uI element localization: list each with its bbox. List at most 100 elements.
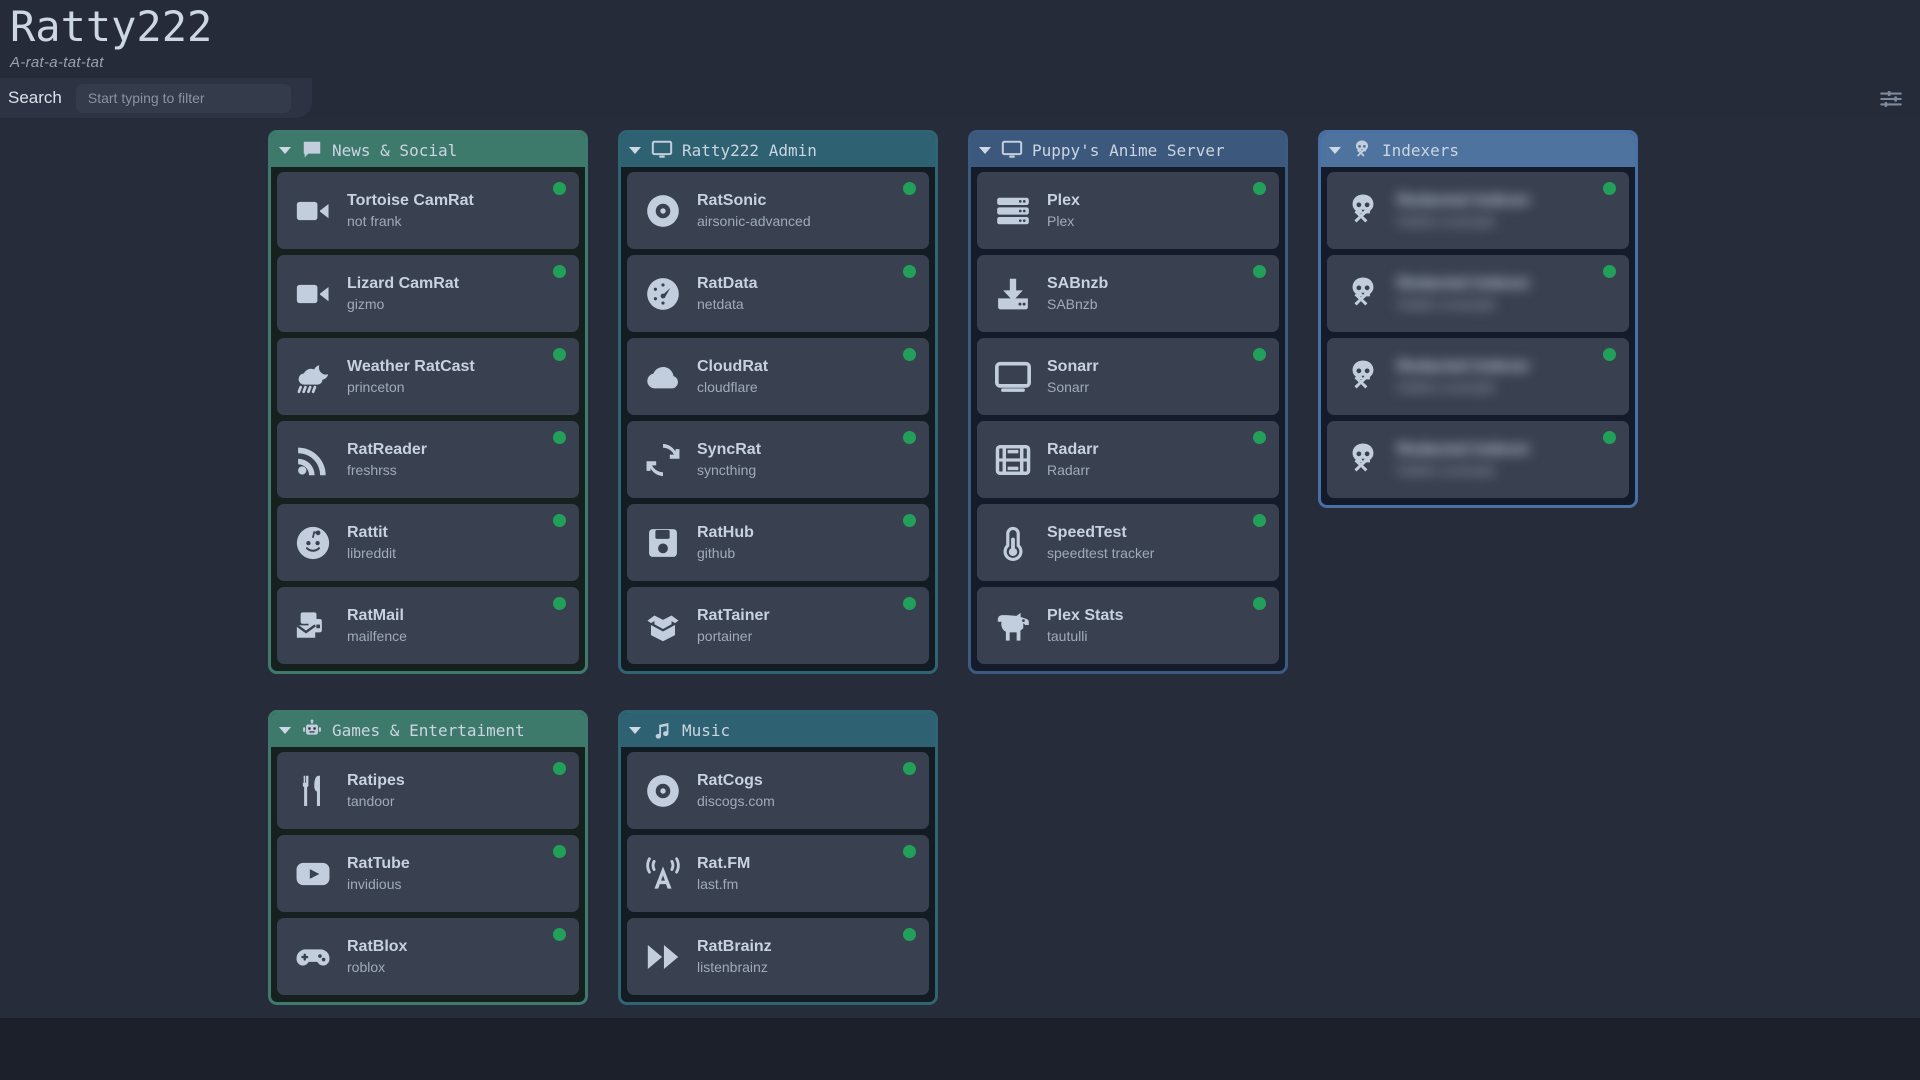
chevron-down-icon[interactable] <box>279 146 291 154</box>
group-header-puppys-anime-server[interactable]: Puppy's Anime Server <box>971 133 1285 167</box>
service-subtitle: gizmo <box>347 295 385 312</box>
chevron-down-icon[interactable] <box>629 726 641 734</box>
service-card[interactable]: RatReader freshrss <box>277 421 579 498</box>
service-text: RatData netdata <box>697 275 757 312</box>
service-card[interactable]: Weather RatCast princeton <box>277 338 579 415</box>
service-name: RatTube <box>347 854 410 872</box>
service-card[interactable]: RatTube invidious <box>277 835 579 912</box>
service-name: Rattit <box>347 523 388 541</box>
search-input[interactable] <box>75 83 291 113</box>
status-indicator <box>1253 514 1266 527</box>
group-header-indexers[interactable]: Indexers <box>1321 133 1635 167</box>
service-card[interactable]: Tortoise CamRat not frank <box>277 172 579 249</box>
service-card[interactable]: Radarr Radarr <box>977 421 1279 498</box>
status-indicator <box>553 182 566 195</box>
group-header-music[interactable]: Music <box>621 713 935 747</box>
chevron-down-icon[interactable] <box>279 726 291 734</box>
fast-forward-icon <box>643 937 683 977</box>
group-header-news-social[interactable]: News & Social <box>271 133 585 167</box>
service-card[interactable]: RatBrainz listenbrainz <box>627 918 929 995</box>
download-tray-icon <box>993 274 1033 314</box>
service-card[interactable]: Redacted Indexer hidden.example <box>1327 421 1629 498</box>
service-subtitle: syncthing <box>697 461 757 478</box>
service-subtitle: hidden.example <box>1397 461 1496 478</box>
service-card[interactable]: Plex Plex <box>977 172 1279 249</box>
chevron-down-icon[interactable] <box>629 146 641 154</box>
service-card[interactable]: Redacted Indexer hidden.example <box>1327 172 1629 249</box>
service-card[interactable]: Ratipes tandoor <box>277 752 579 829</box>
group-header-games-entertaiment[interactable]: Games & Entertaiment <box>271 713 585 747</box>
service-subtitle: SABnzb <box>1047 295 1098 312</box>
group-column: Indexers Redacted Indexer hidden.example Re… <box>1318 130 1638 508</box>
service-card[interactable]: Lizard CamRat gizmo <box>277 255 579 332</box>
skull-crossbones-icon <box>1343 357 1383 397</box>
service-card[interactable]: SyncRat syncthing <box>627 421 929 498</box>
service-card[interactable]: RatSonic airsonic-advanced <box>627 172 929 249</box>
service-card[interactable]: Rattit libreddit <box>277 504 579 581</box>
service-card[interactable]: RatCogs discogs.com <box>627 752 929 829</box>
group-title: Ratty222 Admin <box>682 140 817 160</box>
floppy-disk-icon <box>643 523 683 563</box>
service-text: Rattit libreddit <box>347 524 396 561</box>
service-card[interactable]: Rat.FM last.fm <box>627 835 929 912</box>
service-text: Sonarr Sonarr <box>1047 358 1099 395</box>
desktop-monitor-icon <box>1001 139 1023 161</box>
service-name: Tortoise CamRat <box>347 191 474 209</box>
skull-crossbones-icon <box>1343 274 1383 314</box>
status-indicator <box>903 348 916 361</box>
status-indicator <box>903 431 916 444</box>
status-indicator <box>903 265 916 278</box>
dashboard-root: Ratty222 A-rat-a-tat-tat Search News & S… <box>0 0 1920 1080</box>
status-indicator <box>553 597 566 610</box>
service-text: Redacted Indexer hidden.example <box>1397 275 1530 312</box>
service-card[interactable]: Sonarr Sonarr <box>977 338 1279 415</box>
skull-crossbones-icon <box>1351 139 1373 161</box>
robot-icon <box>301 719 323 741</box>
server-rack-icon <box>993 191 1033 231</box>
chevron-down-icon[interactable] <box>979 146 991 154</box>
status-indicator <box>1603 431 1616 444</box>
service-name: SyncRat <box>697 440 762 458</box>
group-body: Ratipes tandoor RatTube invidious RatBlox rob… <box>271 747 585 997</box>
service-card[interactable]: Redacted Indexer hidden.example <box>1327 338 1629 415</box>
service-name: RatHub <box>697 523 754 541</box>
status-indicator <box>903 182 916 195</box>
chevron-down-icon[interactable] <box>1329 146 1341 154</box>
service-subtitle: tautulli <box>1047 627 1088 644</box>
service-card[interactable]: RatTainer portainer <box>627 587 929 664</box>
service-text: SpeedTest speedtest tracker <box>1047 524 1154 561</box>
service-text: Lizard CamRat gizmo <box>347 275 459 312</box>
service-card[interactable]: Plex Stats tautulli <box>977 587 1279 664</box>
service-card[interactable]: RatData netdata <box>627 255 929 332</box>
sliders-icon[interactable] <box>1874 82 1908 116</box>
service-card[interactable]: Redacted Indexer hidden.example <box>1327 255 1629 332</box>
group-body: Redacted Indexer hidden.example Redacted I… <box>1321 167 1635 500</box>
service-card[interactable]: CloudRat cloudflare <box>627 338 929 415</box>
status-indicator <box>553 265 566 278</box>
group-header-ratty222-admin[interactable]: Ratty222 Admin <box>621 133 935 167</box>
group-title: Music <box>682 720 731 740</box>
service-subtitle: princeton <box>347 378 405 395</box>
service-card[interactable]: SpeedTest speedtest tracker <box>977 504 1279 581</box>
service-name: Radarr <box>1047 440 1099 458</box>
envelope-stack-icon <box>293 606 333 646</box>
service-subtitle: Sonarr <box>1047 378 1090 395</box>
service-subtitle: invidious <box>347 875 402 892</box>
service-card[interactable]: RatMail mailfence <box>277 587 579 664</box>
service-subtitle: not frank <box>347 212 402 229</box>
service-name: Sonarr <box>1047 357 1099 375</box>
thermometer-icon <box>993 523 1033 563</box>
group-puppys-anime-server: Puppy's Anime Server Plex Plex SABnzb SABnzb… <box>968 130 1288 674</box>
music-note-icon <box>651 719 673 741</box>
service-card[interactable]: RatBlox roblox <box>277 918 579 995</box>
group-column: Ratty222 Admin RatSonic airsonic-advanced R… <box>618 130 938 1005</box>
service-text: RatMail mailfence <box>347 607 407 644</box>
service-card[interactable]: SABnzb SABnzb <box>977 255 1279 332</box>
status-indicator <box>1253 348 1266 361</box>
service-card[interactable]: RatHub github <box>627 504 929 581</box>
service-subtitle: mailfence <box>347 627 407 644</box>
service-subtitle: freshrss <box>347 461 397 478</box>
service-name: SpeedTest <box>1047 523 1127 541</box>
service-subtitle: hidden.example <box>1397 295 1496 312</box>
gauge-icon <box>643 274 683 314</box>
